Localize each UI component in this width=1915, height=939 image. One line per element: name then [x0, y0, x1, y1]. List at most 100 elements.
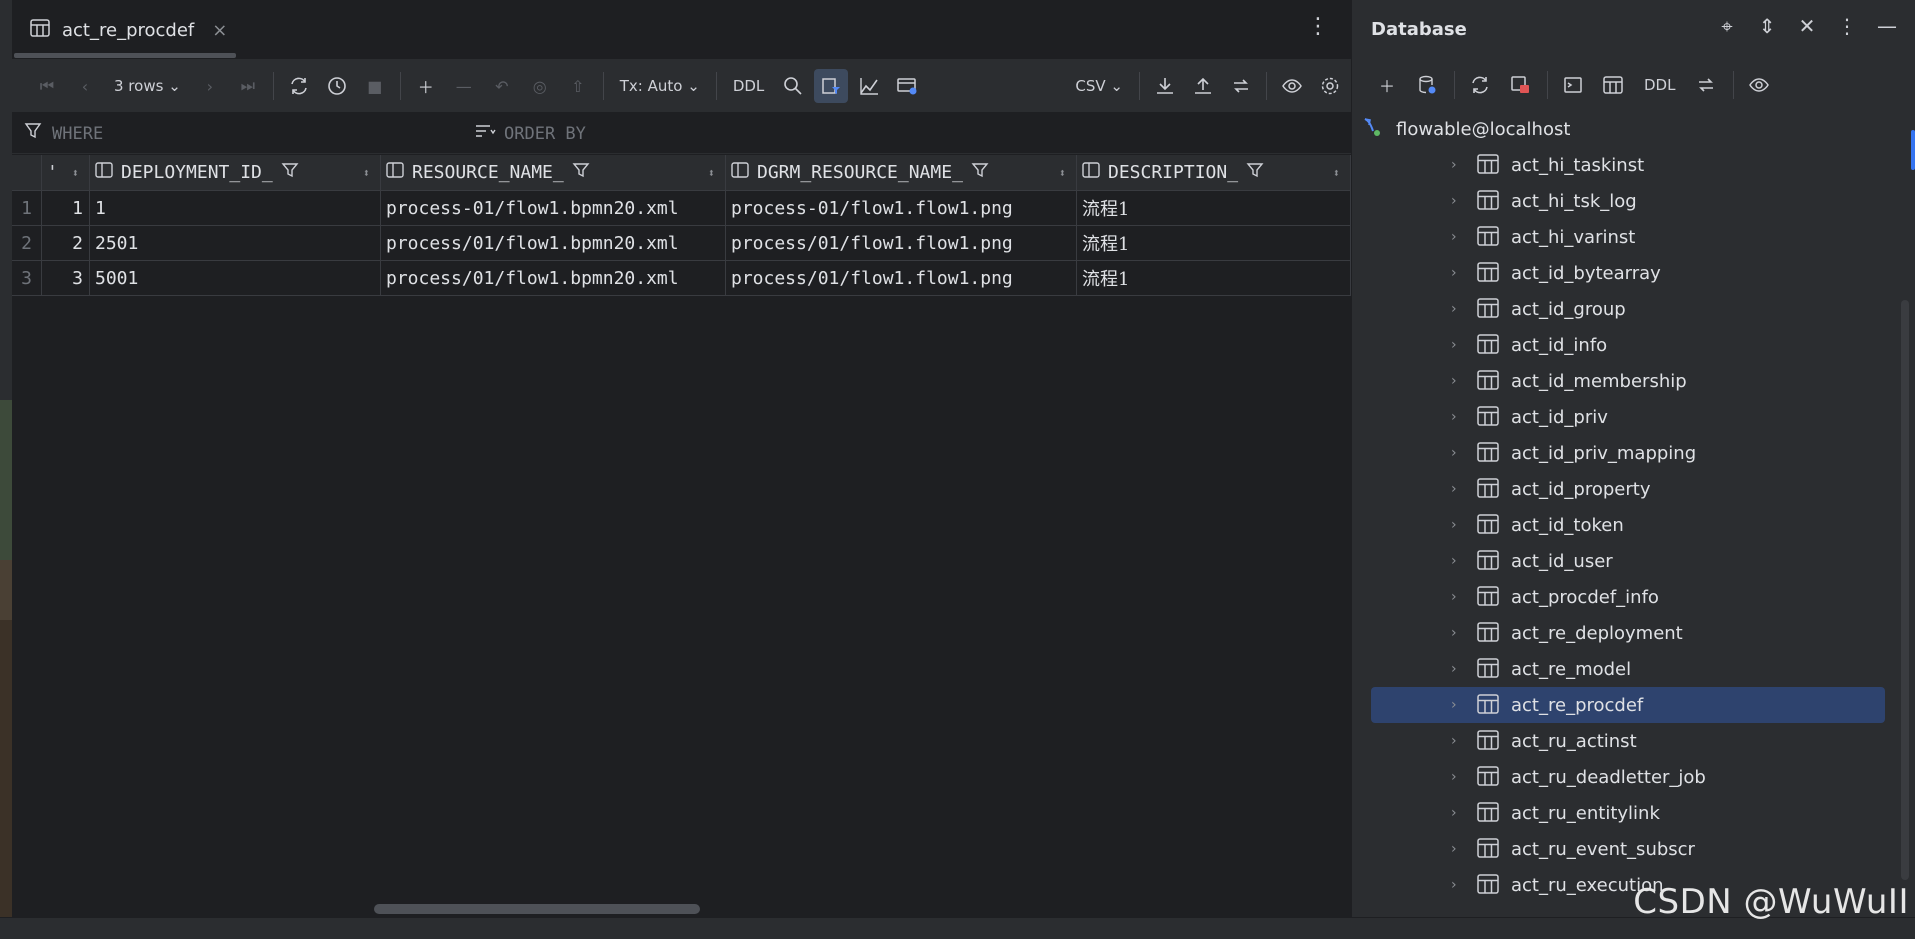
delete-row-icon[interactable]: — [447, 69, 481, 103]
chevron-right-icon[interactable]: › [1451, 481, 1457, 497]
chevron-right-icon[interactable]: › [1451, 733, 1457, 749]
cell-id[interactable]: 1 [42, 191, 90, 225]
ddl-button[interactable]: DDL [725, 69, 772, 103]
expand-all-icon[interactable]: ⇕ [1754, 14, 1780, 38]
history-icon[interactable] [320, 69, 354, 103]
view-mode-icon[interactable] [890, 69, 924, 103]
tree-item-act-re-deployment[interactable]: › act_re_deployment [1371, 615, 1885, 651]
transaction-mode-dropdown[interactable]: Tx: Auto ⌄ [612, 69, 708, 103]
tree-item-act-id-user[interactable]: › act_id_user [1371, 543, 1885, 579]
next-page-icon[interactable]: › [193, 69, 227, 103]
tree-item-act-id-bytearray[interactable]: › act_id_bytearray [1371, 255, 1885, 291]
first-page-icon[interactable]: ⏮ [30, 69, 64, 103]
table-row[interactable]: 1 1 1 process-01/flow1.bpmn20.xml proces… [12, 191, 1351, 226]
column-filter-icon[interactable] [281, 162, 299, 183]
chevron-right-icon[interactable]: › [1451, 517, 1457, 533]
tree-item-act-ru-entitylink[interactable]: › act_ru_entitylink [1371, 795, 1885, 831]
cell-description[interactable]: 流程1 [1077, 191, 1351, 225]
cell-resource-name[interactable]: process-01/flow1.bpmn20.xml [381, 191, 726, 225]
tree-item-act-re-procdef[interactable]: › act_re_procdef [1371, 687, 1885, 723]
submit-icon[interactable]: ⇧ [561, 69, 595, 103]
download-icon[interactable] [1148, 69, 1182, 103]
filter-view-icon[interactable] [814, 69, 849, 103]
rows-count-dropdown[interactable]: 3 rows ⌄ [106, 69, 189, 103]
order-by-input[interactable]: ORDER BY [474, 122, 586, 145]
tree-item-act-id-membership[interactable]: › act_id_membership [1371, 363, 1885, 399]
table-row[interactable]: 2 2 2501 process/01/flow1.bpmn20.xml pro… [12, 226, 1351, 261]
close-tab-icon[interactable]: × [212, 20, 227, 41]
more-options-icon[interactable]: ⋮ [1834, 14, 1860, 38]
tree-item-act-id-priv-mapping[interactable]: › act_id_priv_mapping [1371, 435, 1885, 471]
table-row[interactable]: 3 3 5001 process/01/flow1.bpmn20.xml pro… [12, 261, 1351, 296]
column-header-resource-name[interactable]: RESOURCE_NAME_ ⬍ [381, 155, 726, 190]
chevron-right-icon[interactable]: › [1451, 445, 1457, 461]
chevron-right-icon[interactable]: › [1451, 805, 1457, 821]
sort-toggle-icon[interactable]: ⬍ [72, 166, 79, 180]
chevron-right-icon[interactable]: › [1451, 265, 1457, 281]
more-options-icon[interactable]: ⋮ [1307, 14, 1329, 39]
ddl-button[interactable]: DDL [1636, 68, 1683, 102]
chevron-right-icon[interactable]: › [1451, 841, 1457, 857]
locate-icon[interactable]: ⌖ [1714, 14, 1740, 38]
export-format-dropdown[interactable]: CSV ⌄ [1067, 69, 1131, 103]
last-page-icon[interactable]: ⏭ [231, 69, 265, 103]
preview-changes-icon[interactable]: ◎ [523, 69, 557, 103]
column-filter-icon[interactable] [1246, 162, 1264, 183]
cell-deployment-id[interactable]: 2501 [90, 226, 381, 260]
cell-id[interactable]: 2 [42, 226, 90, 260]
chevron-right-icon[interactable]: › [1451, 553, 1457, 569]
chevron-right-icon[interactable]: › [1451, 697, 1457, 713]
tree-item-act-ru-event-subscr[interactable]: › act_ru_event_subscr [1371, 831, 1885, 867]
cell-description[interactable]: 流程1 [1077, 261, 1351, 295]
column-header-description[interactable]: DESCRIPTION_ ⬍ [1077, 155, 1351, 190]
column-header-id[interactable]: ' ⬍ [42, 155, 90, 190]
chevron-right-icon[interactable]: › [1451, 337, 1457, 353]
column-header-dgrm-resource-name[interactable]: DGRM_RESOURCE_NAME_ ⬍ [726, 155, 1077, 190]
refresh-icon[interactable] [282, 69, 316, 103]
chevron-right-icon[interactable]: › [1451, 769, 1457, 785]
connection-node[interactable]: flowable@localhost [1362, 116, 1570, 143]
disconnect-icon[interactable] [1503, 68, 1537, 102]
tree-item-act-id-token[interactable]: › act_id_token [1371, 507, 1885, 543]
tree-item-act-hi-varinst[interactable]: › act_hi_varinst [1371, 219, 1885, 255]
cell-deployment-id[interactable]: 5001 [90, 261, 381, 295]
horizontal-scrollbar[interactable] [12, 900, 1351, 917]
cell-description[interactable]: 流程1 [1077, 226, 1351, 260]
eye-icon[interactable] [1275, 69, 1309, 103]
tree-item-act-hi-taskinst[interactable]: › act_hi_taskinst [1371, 147, 1885, 183]
upload-icon[interactable] [1186, 69, 1220, 103]
sort-toggle-icon[interactable]: ⬍ [1333, 166, 1340, 180]
cell-dgrm-resource-name[interactable]: process/01/flow1.flow1.png [726, 261, 1077, 295]
sort-toggle-icon[interactable]: ⬍ [1059, 166, 1066, 180]
tab-act-re-procdef[interactable]: act_re_procdef × [24, 8, 233, 52]
eye-icon[interactable] [1742, 68, 1776, 102]
tree-item-act-ru-deadletter-job[interactable]: › act_ru_deadletter_job [1371, 759, 1885, 795]
settings-gear-icon[interactable] [1313, 69, 1347, 103]
where-filter-input[interactable]: WHERE [24, 122, 103, 145]
tree-item-act-id-property[interactable]: › act_id_property [1371, 471, 1885, 507]
horizontal-scroll-thumb[interactable] [374, 904, 700, 914]
tree-item-act-procdef-info[interactable]: › act_procdef_info [1371, 579, 1885, 615]
compare-icon[interactable] [1224, 69, 1258, 103]
chevron-right-icon[interactable]: › [1451, 661, 1457, 677]
search-icon[interactable] [776, 69, 810, 103]
add-icon[interactable]: ＋ [1370, 68, 1404, 102]
query-console-icon[interactable] [1556, 68, 1590, 102]
table-view-icon[interactable] [1596, 68, 1630, 102]
cell-dgrm-resource-name[interactable]: process-01/flow1.flow1.png [726, 191, 1077, 225]
jump-to-icon[interactable] [1689, 68, 1723, 102]
vertical-scrollbar[interactable] [1901, 300, 1909, 880]
tree-item-act-id-priv[interactable]: › act_id_priv [1371, 399, 1885, 435]
tree-item-act-re-model[interactable]: › act_re_model [1371, 651, 1885, 687]
revert-icon[interactable]: ↶ [485, 69, 519, 103]
cell-resource-name[interactable]: process/01/flow1.bpmn20.xml [381, 261, 726, 295]
tree-item-act-hi-tsk-log[interactable]: › act_hi_tsk_log [1371, 183, 1885, 219]
chevron-right-icon[interactable]: › [1451, 877, 1457, 893]
stop-icon[interactable]: ■ [358, 69, 392, 103]
collapse-all-icon[interactable]: ✕ [1794, 14, 1820, 38]
column-header-deployment-id[interactable]: DEPLOYMENT_ID_ ⬍ [90, 155, 381, 190]
cell-dgrm-resource-name[interactable]: process/01/flow1.flow1.png [726, 226, 1077, 260]
refresh-icon[interactable] [1463, 68, 1497, 102]
chevron-right-icon[interactable]: › [1451, 373, 1457, 389]
cell-deployment-id[interactable]: 1 [90, 191, 381, 225]
